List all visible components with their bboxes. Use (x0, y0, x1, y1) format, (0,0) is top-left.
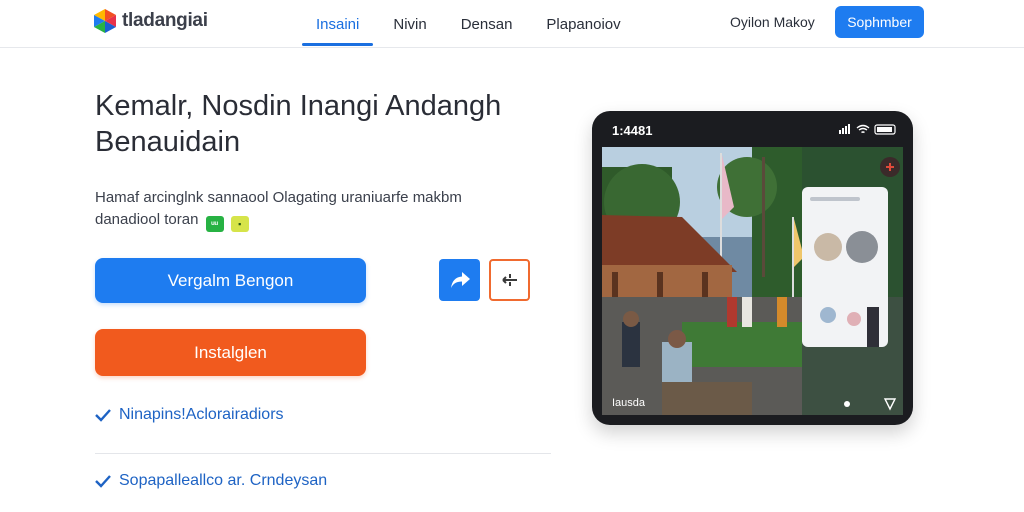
hero-subtitle-line2: danadiool toran (95, 211, 199, 228)
logo[interactable]: tladangiai (92, 8, 208, 34)
phone-status-bar: 1:4481 (592, 111, 913, 147)
header-cta-button[interactable]: Sophmber (835, 6, 924, 38)
hero-subtitle: Hamaf arcinglnk sannaool Olagating urani… (95, 187, 535, 232)
feature-item[interactable]: Ninapins!Aclorairadiors (95, 406, 284, 424)
nav-item-plapanoiov[interactable]: Plapanoiov (532, 0, 634, 48)
feature-label: Sopapalleallco ar. Crndeysan (119, 472, 328, 489)
check-icon (95, 475, 111, 488)
status-icons (839, 124, 896, 135)
move-button[interactable] (489, 259, 530, 301)
nav-item-insaini[interactable]: Insaini (302, 0, 374, 48)
nav-item-nivin[interactable]: Nivin (379, 0, 440, 48)
nav-dots-icon (844, 398, 897, 411)
feature-label: Ninapins!Aclorairadiors (119, 406, 284, 423)
primary-button[interactable]: Vergalm Bengon (95, 258, 366, 303)
install-button[interactable]: Instalglen (95, 329, 366, 376)
green-badge: ᵘᵘ (205, 216, 224, 232)
phone-bottom-bar: Iausda (602, 391, 903, 415)
logo-text: tladangiai (122, 10, 208, 31)
share-arrow-icon (450, 272, 470, 288)
phone-screen-photo (602, 147, 903, 415)
phone-bottom-label: Iausda (612, 397, 646, 409)
hero-subtitle-line1: Hamaf arcinglnk sannaool Olagating urani… (95, 189, 462, 206)
yellow-badge-icon: ▪ (230, 216, 249, 232)
top-header: tladangiai Insaini Nivin Densan Plapanoi… (0, 0, 1024, 48)
logo-icon (94, 9, 116, 33)
phone-mockup: 1:4481 Iausda (592, 111, 913, 425)
main-nav: Insaini Nivin Densan Plapanoiov (302, 0, 641, 48)
header-link[interactable]: Oyilon Makoy (730, 14, 815, 30)
hero-title: Kemalr, Nosdin Inangi Andangh Benauidain (95, 90, 502, 158)
move-arrows-icon (501, 274, 517, 286)
divider (95, 453, 551, 454)
nav-item-densan[interactable]: Densan (447, 0, 527, 48)
phone-time: 1:4481 (612, 123, 653, 138)
share-button[interactable] (439, 259, 480, 301)
check-icon (95, 409, 111, 422)
feature-item[interactable]: Sopapalleallco ar. Crndeysan (95, 472, 327, 490)
